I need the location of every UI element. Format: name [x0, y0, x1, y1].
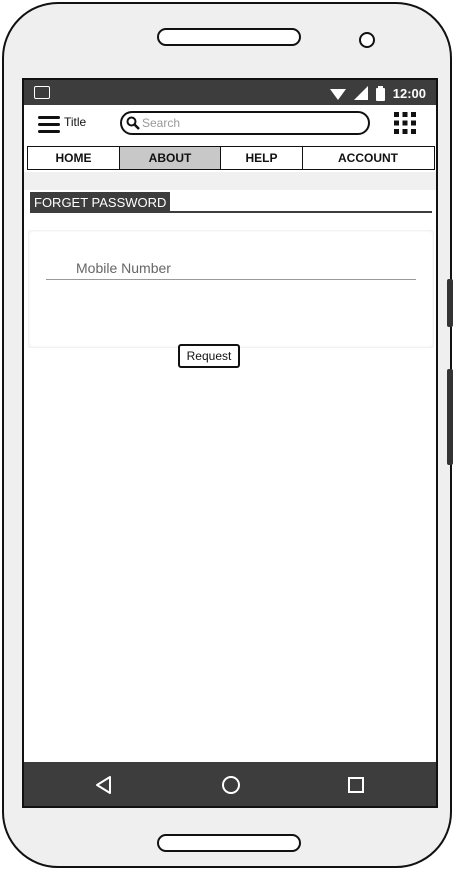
side-button-bottom — [447, 369, 453, 465]
tab-account[interactable]: ACCOUNT — [303, 147, 433, 169]
side-button-top — [447, 279, 453, 327]
app-title: Title — [64, 115, 87, 129]
forget-password-form — [28, 230, 434, 348]
back-triangle-icon[interactable] — [94, 774, 116, 796]
tab-help[interactable]: HELP — [221, 147, 303, 169]
image-notification-icon — [34, 86, 50, 99]
battery-icon — [375, 85, 385, 101]
request-button[interactable]: Request — [178, 344, 240, 368]
search-box[interactable] — [120, 111, 370, 135]
screen: 12:00 Title Search HOME ABOUT HELP ACCOU… — [22, 78, 438, 808]
phone-frame: 12:00 Title Search HOME ABOUT HELP ACCOU… — [2, 2, 453, 868]
section-title: FORGET PASSWORD — [30, 192, 171, 212]
tab-about[interactable]: ABOUT — [120, 147, 221, 169]
status-icons: 12:00 — [329, 83, 426, 103]
camera-icon — [359, 32, 375, 48]
home-slot — [157, 834, 301, 852]
hamburger-menu-icon[interactable] — [38, 115, 60, 133]
section-divider — [30, 211, 432, 213]
tab-home[interactable]: HOME — [28, 147, 120, 169]
wifi-icon — [329, 88, 346, 100]
recents-square-icon[interactable] — [345, 774, 367, 796]
signal-icon — [353, 86, 368, 100]
tab-separator-band — [24, 172, 436, 190]
search-icon — [126, 116, 140, 130]
home-circle-icon[interactable] — [220, 774, 242, 796]
mobile-number-input[interactable] — [46, 256, 416, 280]
status-time: 12:00 — [392, 85, 426, 101]
app-bar: Title — [24, 105, 436, 145]
grid-apps-icon[interactable] — [394, 112, 416, 134]
speaker-slot — [157, 28, 301, 46]
search-input[interactable] — [140, 116, 340, 130]
tab-bar: HOME ABOUT HELP ACCOUNT — [27, 146, 435, 170]
navigation-bar — [24, 762, 436, 806]
status-bar: 12:00 — [24, 80, 436, 105]
